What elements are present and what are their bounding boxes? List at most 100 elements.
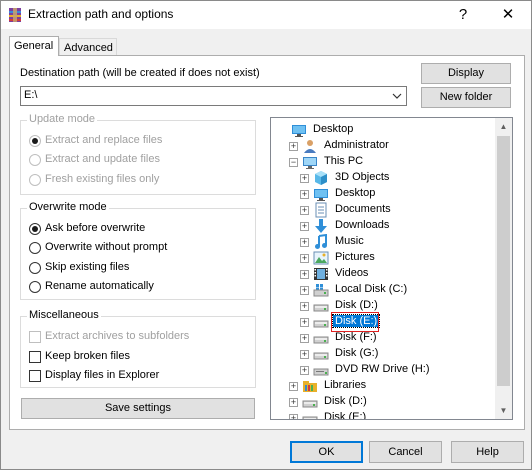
new-folder-button[interactable]: New folder <box>421 87 511 108</box>
display-in-explorer-label: Display files in Explorer <box>45 369 160 381</box>
expand-icon[interactable]: + <box>300 302 309 311</box>
tree-node-label[interactable]: Administrator <box>322 139 391 151</box>
expand-icon[interactable]: + <box>300 174 309 183</box>
libraries-icon <box>303 381 317 392</box>
radio-indicator[interactable] <box>29 154 41 166</box>
expand-icon[interactable]: + <box>289 414 298 419</box>
tree-node-label[interactable]: 3D Objects <box>333 171 391 183</box>
tree-node-label[interactable]: Disk (F:) <box>333 331 379 343</box>
drive-icon <box>302 416 318 419</box>
tree-node-label[interactable]: DVD RW Drive (H:) <box>333 363 432 375</box>
expand-icon[interactable]: + <box>300 206 309 215</box>
3d-objects-icon <box>315 171 327 185</box>
drive-icon <box>302 400 318 408</box>
drive-icon <box>313 320 329 328</box>
destination-path-value[interactable]: E:\ <box>24 89 37 101</box>
expand-icon[interactable]: + <box>300 286 309 295</box>
downloads-icon <box>315 219 327 233</box>
scroll-up-icon[interactable]: ▲ <box>495 118 512 135</box>
title-help-button[interactable]: ? <box>445 1 481 29</box>
chevron-down-icon[interactable] <box>391 89 403 103</box>
rename-automatically-label: Rename automatically <box>45 280 154 292</box>
dvd-drive-icon <box>313 368 329 376</box>
expand-icon[interactable]: + <box>289 398 298 407</box>
radio-indicator[interactable] <box>29 135 41 147</box>
pictures-icon <box>313 251 329 265</box>
tree-node-label[interactable]: This PC <box>322 155 365 167</box>
destination-path-label: Destination path (will be created if doe… <box>20 67 260 79</box>
title-bar: Extraction path and options ? ✕ <box>1 1 531 29</box>
ask-before-overwrite-label: Ask before overwrite <box>45 222 146 234</box>
expand-icon[interactable]: + <box>300 350 309 359</box>
videos-icon <box>314 268 328 280</box>
tree-node-label[interactable]: Disk (G:) <box>333 347 380 359</box>
scroll-down-icon[interactable]: ▼ <box>495 402 512 419</box>
radio-indicator[interactable] <box>29 281 41 293</box>
collapse-icon[interactable]: − <box>289 158 298 167</box>
radio-indicator[interactable] <box>29 223 41 235</box>
overwrite-mode-group: Overwrite mode Ask before overwrite Over… <box>20 201 256 300</box>
desktop-icon <box>292 125 306 137</box>
drive-icon <box>313 304 329 312</box>
destination-path-combo[interactable]: E:\ <box>20 86 407 106</box>
extract-update-label: Extract and update files <box>45 153 160 165</box>
keep-broken-files-label: Keep broken files <box>45 350 130 362</box>
expand-icon[interactable]: + <box>300 270 309 279</box>
cancel-button[interactable]: Cancel <box>369 441 442 463</box>
save-settings-button[interactable]: Save settings <box>21 398 255 419</box>
fresh-existing-label: Fresh existing files only <box>45 173 160 185</box>
tree-scrollbar[interactable]: ▲ ▼ <box>495 118 512 419</box>
tree-node-label[interactable]: Local Disk (C:) <box>333 283 409 295</box>
desktop-icon <box>314 189 328 201</box>
folder-tree[interactable]: ▲ ▼ Desktop + Administrator − This PC +3D Obj… <box>270 117 513 420</box>
expand-icon[interactable]: + <box>300 318 309 327</box>
expand-icon[interactable]: + <box>300 190 309 199</box>
tree-node-label[interactable]: Disk (E:) <box>322 411 368 419</box>
display-button[interactable]: Display <box>421 63 511 84</box>
tree-node-label[interactable]: Disk (D:) <box>322 395 369 407</box>
expand-icon[interactable]: + <box>300 334 309 343</box>
tree-node-label[interactable]: Documents <box>333 203 393 215</box>
expand-icon[interactable]: + <box>300 238 309 247</box>
close-button[interactable]: ✕ <box>485 1 531 29</box>
checkbox-indicator[interactable] <box>29 370 41 382</box>
drive-icon <box>313 336 329 344</box>
tree-node-label[interactable]: Downloads <box>333 219 391 231</box>
miscellaneous-group: Miscellaneous Extract archives to subfol… <box>20 309 256 388</box>
overwrite-without-prompt-label: Overwrite without prompt <box>45 241 168 253</box>
drive-icon <box>313 352 329 360</box>
window-title: Extraction path and options <box>28 7 174 21</box>
checkbox-indicator[interactable] <box>29 351 41 363</box>
expand-icon[interactable]: + <box>289 142 298 151</box>
miscellaneous-title: Miscellaneous <box>27 309 101 321</box>
expand-icon[interactable]: + <box>300 222 309 231</box>
computer-icon <box>303 157 317 169</box>
documents-icon <box>315 202 327 218</box>
update-mode-title: Update mode <box>27 113 98 125</box>
scrollbar-thumb[interactable] <box>497 136 510 386</box>
windows-drive-icon <box>313 284 329 297</box>
tree-node-label[interactable]: Disk (D:) <box>333 299 380 311</box>
expand-icon[interactable]: + <box>300 254 309 263</box>
ok-button[interactable]: OK <box>290 441 363 463</box>
expand-icon[interactable]: + <box>289 382 298 391</box>
extract-replace-label: Extract and replace files <box>45 134 163 146</box>
update-mode-group: Update mode Extract and replace files Ex… <box>20 113 256 195</box>
overwrite-mode-title: Overwrite mode <box>27 201 109 213</box>
radio-indicator[interactable] <box>29 174 41 186</box>
selection-highlight-frame <box>331 312 379 332</box>
tree-node-label[interactable]: Desktop <box>333 187 377 199</box>
winrar-icon <box>9 8 21 22</box>
tree-node-label[interactable]: Libraries <box>322 379 368 391</box>
radio-indicator[interactable] <box>29 262 41 274</box>
radio-indicator[interactable] <box>29 242 41 254</box>
tree-node-label[interactable]: Pictures <box>333 251 377 263</box>
checkbox-indicator[interactable] <box>29 331 41 343</box>
tree-node-label[interactable]: Music <box>333 235 366 247</box>
expand-icon[interactable]: + <box>300 366 309 375</box>
tree-node-label[interactable]: Desktop <box>311 123 355 135</box>
user-icon <box>304 140 316 153</box>
tab-general[interactable]: General <box>9 36 59 56</box>
tree-node-label[interactable]: Videos <box>333 267 370 279</box>
help-button[interactable]: Help <box>451 441 524 463</box>
